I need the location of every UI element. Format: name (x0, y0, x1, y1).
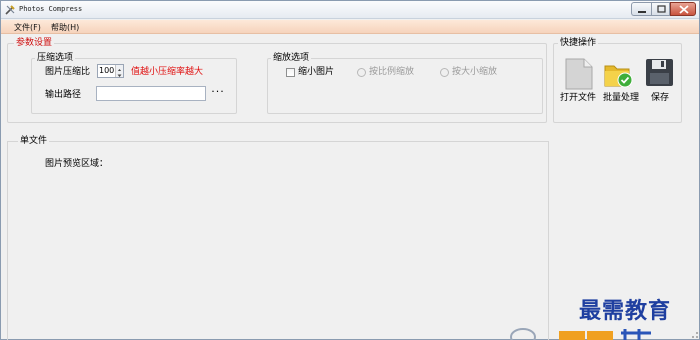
shrink-label: 缩小图片 (298, 67, 335, 77)
watermark-logo-icon (510, 328, 651, 340)
menu-bar: 文件(F) 帮助(H) (1, 20, 699, 34)
ratio-stepper-buttons (115, 65, 123, 77)
batch-process-label: 批量处理 (603, 93, 640, 103)
watermark-logo-text: 最需教育 (579, 298, 672, 324)
minimize-button[interactable] (631, 2, 651, 16)
document-icon (565, 58, 593, 90)
minimize-icon (638, 11, 646, 13)
menu-file[interactable]: 文件(F) (14, 22, 41, 33)
preview-area-label: 图片预览区域： (45, 159, 109, 169)
maximize-button[interactable] (651, 2, 670, 16)
by-ratio-radio[interactable] (357, 68, 366, 77)
open-file-label: 打开文件 (560, 93, 597, 103)
stepper-down-button[interactable] (116, 71, 123, 77)
title-bar[interactable]: Photos Compress (1, 1, 699, 19)
arrow-down-icon (117, 74, 122, 77)
save-button[interactable]: 保存 (641, 57, 687, 107)
shrink-checkbox[interactable] (286, 68, 295, 77)
scale-group-title: 缩放选项 (271, 53, 312, 64)
resize-grip-icon[interactable] (687, 327, 699, 339)
by-size-label: 按大小缩放 (452, 67, 498, 77)
compress-group-title: 压缩选项 (35, 53, 76, 64)
by-size-radio[interactable] (440, 68, 449, 77)
by-ratio-label: 按比例缩放 (369, 67, 415, 77)
params-group-title: 参数设置 (14, 38, 55, 49)
close-icon (679, 5, 689, 14)
ratio-label: 图片压缩比 (45, 67, 91, 77)
single-file-group: 单文件 (7, 136, 549, 340)
ratio-value: 100 (99, 66, 115, 75)
output-path-input[interactable] (96, 86, 206, 101)
ratio-stepper[interactable]: 100 (97, 64, 124, 78)
open-file-button[interactable]: 打开文件 (557, 57, 603, 107)
app-window: Photos Compress 文件(F) 帮助(H) 参数设置 压缩选项 图片… (0, 0, 700, 340)
window-title: Photos Compress (19, 5, 83, 13)
menu-help[interactable]: 帮助(H) (51, 22, 79, 33)
output-path-label: 输出路径 (45, 90, 82, 100)
maximize-icon (657, 5, 666, 13)
floppy-disk-icon (646, 59, 673, 86)
ratio-hint: 值越小压缩率越大 (131, 67, 204, 77)
tools-icon (5, 5, 15, 15)
browse-button[interactable]: ··· (209, 86, 227, 101)
quick-actions-title: 快捷操作 (558, 38, 599, 49)
single-file-title: 单文件 (18, 136, 50, 147)
save-label: 保存 (651, 93, 670, 103)
close-button[interactable] (670, 2, 696, 16)
